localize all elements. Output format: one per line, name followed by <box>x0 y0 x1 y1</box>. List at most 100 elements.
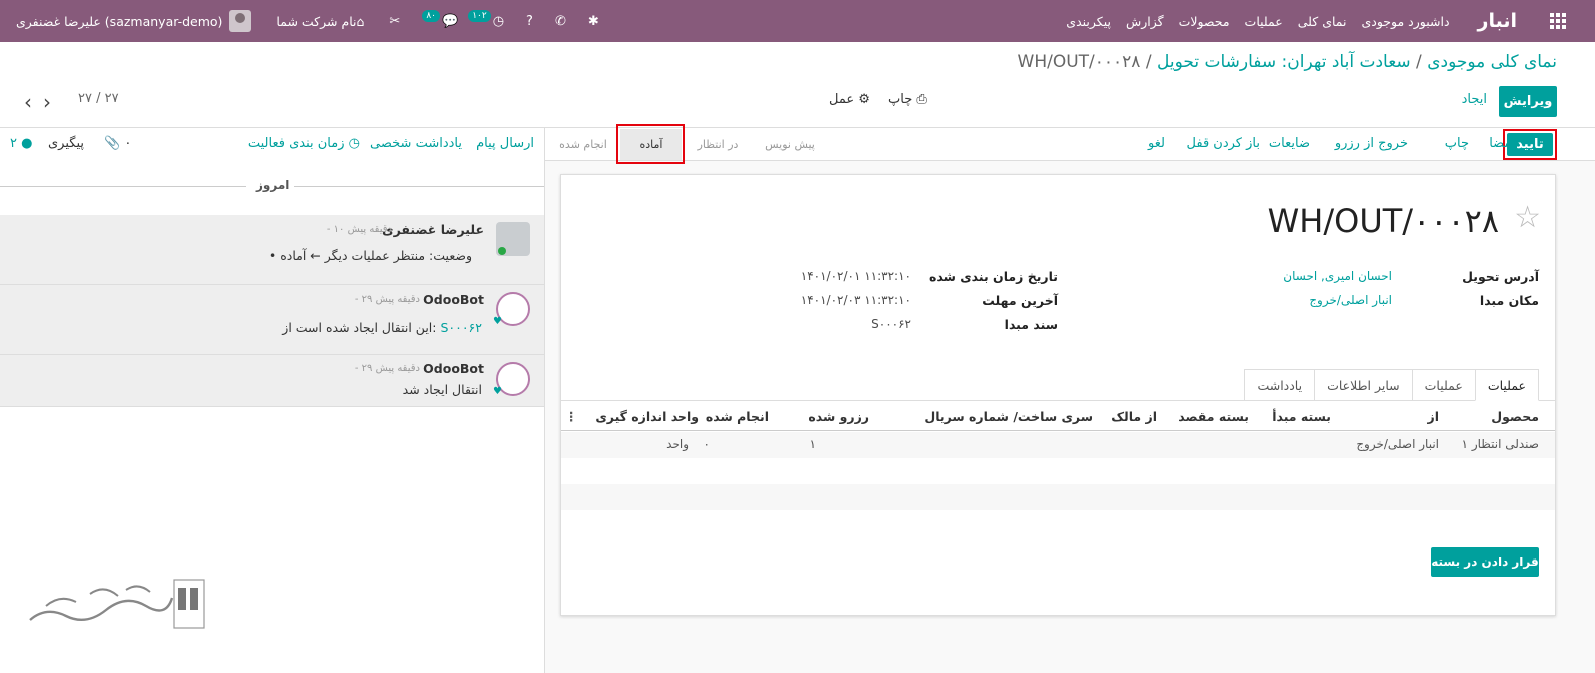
menu-operations[interactable]: عملیات <box>1245 14 1283 29</box>
col-lot-serial[interactable]: سری ساخت/ شماره سریال <box>924 409 1093 424</box>
table-header: محصول از بسته مبدأ بسته مقصد از مالک سری… <box>561 403 1555 431</box>
log-note-button[interactable]: یادداشت شخصی <box>370 136 462 151</box>
company-name: نام شرکت شما <box>276 13 357 29</box>
schedule-activity-label: زمان بندی فعالیت <box>247 136 345 151</box>
followers-button[interactable]: ۲ ● <box>10 136 32 151</box>
pager-nav: ‹› <box>24 90 62 114</box>
activity-count-badge: ۱۰۲ <box>468 10 491 22</box>
tab-note[interactable]: یادداشت <box>1244 369 1316 401</box>
put-in-pack-button[interactable]: قرار دادن در بسته <box>1431 547 1539 577</box>
user-menu[interactable]: علیرضا غضنفری (sazmanyar-demo) <box>16 10 252 32</box>
online-status-icon <box>498 247 506 255</box>
clock-icon: ◷ <box>492 13 505 29</box>
pager-value[interactable]: ۲۷ / ۲۷ <box>78 91 119 106</box>
user-icon: ● <box>21 136 33 151</box>
sign-button[interactable]: امضا <box>1489 136 1515 151</box>
breadcrumb-delivery-orders[interactable]: سعادت آباد تهران: سفارشات تحویل <box>1157 52 1411 72</box>
apps-menu-icon[interactable] <box>1539 0 1577 42</box>
source-location-field[interactable]: انبار اصلی/خروج <box>1309 293 1392 307</box>
app-name[interactable]: انبار <box>1478 10 1517 32</box>
chat-icon: 💬 <box>442 13 459 29</box>
col-from[interactable]: از <box>1428 409 1439 424</box>
activity-menu[interactable]: ۱۰۲ ◷ <box>468 10 505 29</box>
row-from: انبار اصلی/خروج <box>1356 437 1439 451</box>
message-author[interactable]: OdooBot <box>423 361 484 376</box>
create-button[interactable]: ایجاد <box>1462 92 1487 107</box>
menu-dashboard[interactable]: داشبورد موجودی <box>1362 14 1450 29</box>
scrap-button[interactable]: ضایعات <box>1269 136 1310 151</box>
print-dropdown[interactable]: چاپ ⎙ <box>888 92 927 107</box>
scheduled-date-field[interactable]: ۱۴۰۱/۰۲/۰۱ ۱۱:۳۲:۱۰ <box>801 269 911 283</box>
tab-operations[interactable]: عملیات <box>1474 369 1539 401</box>
breadcrumb-overview[interactable]: نمای کلی موجودی <box>1427 52 1557 72</box>
divider <box>0 127 1595 128</box>
origin-field[interactable]: S۰۰۰۶۲ <box>871 317 911 331</box>
stage-done: انجام شده <box>559 138 607 151</box>
pager-next-icon[interactable]: › <box>43 90 62 114</box>
company-switcher[interactable]: نام شرکت شما ⌂ <box>276 14 369 29</box>
stage-waiting: در انتظار <box>697 138 739 151</box>
follow-button[interactable]: پیگیری <box>48 136 84 151</box>
col-owner[interactable]: از مالک <box>1111 409 1157 424</box>
message-author[interactable]: علیرضا غضنفری <box>382 222 484 237</box>
col-source-package[interactable]: بسته مبدأ <box>1272 409 1331 424</box>
delivery-address-field[interactable]: احسان امیری, احسان <box>1283 269 1392 283</box>
attachments-button[interactable]: 📎 ۰ <box>104 136 131 151</box>
col-destination-package[interactable]: بسته مقصد <box>1178 409 1249 424</box>
clock-icon: ◷ <box>348 136 360 151</box>
user-name: علیرضا غضنفری (sazmanyar-demo) <box>16 13 223 29</box>
col-product[interactable]: محصول <box>1491 409 1539 424</box>
message-text: این انتقال ایجاد شده است از: <box>282 320 437 335</box>
send-message-button[interactable]: ارسال پیام <box>476 136 534 151</box>
col-done[interactable]: انجام شده <box>706 409 769 424</box>
cancel-button[interactable]: لغو <box>1148 136 1165 151</box>
stage-draft: پیش نویس <box>765 138 815 151</box>
optional-columns-icon[interactable]: ⋮ <box>565 409 578 424</box>
paperclip-icon: 📎 <box>104 136 121 151</box>
message-body: انتقال ایجاد شد <box>402 382 482 397</box>
deadline-label: آخرین مهلت <box>982 293 1058 308</box>
unlock-button[interactable]: باز کردن قفل <box>1187 136 1260 151</box>
edit-button[interactable]: ویرایش <box>1499 86 1557 117</box>
tab-detailed-operations[interactable]: عملیات <box>1411 369 1476 401</box>
debug-tools-icon[interactable]: ✂ <box>389 14 400 29</box>
breadcrumb-separator: / <box>1145 52 1152 72</box>
breadcrumb-separator: / <box>1416 52 1422 72</box>
chatter-message: ♥ OdooBot - ۲۹ دقیقه پیش این انتقال ایجا… <box>0 285 544 355</box>
heart-icon: ♥ <box>493 316 502 327</box>
tab-other-info[interactable]: سایر اطلاعات <box>1314 369 1413 401</box>
breadcrumb-current: WH/OUT/۰۰۰۲۸ <box>1017 52 1141 72</box>
message-count-badge: ۸۰ <box>422 10 440 22</box>
messaging-menu[interactable]: ۸۰ 💬 <box>422 10 459 29</box>
unreserve-button[interactable]: خروج از رزرو <box>1335 136 1408 151</box>
menu-reporting[interactable]: گزارش <box>1126 14 1164 29</box>
chatter-message: علیرضا غضنفری - ۱۰ دقیقه پیش • وضعیت: من… <box>0 215 544 285</box>
chatter-message: ♥ OdooBot - ۲۹ دقیقه پیش انتقال ایجاد شد <box>0 355 544 407</box>
star-icon[interactable]: ☆ <box>1514 200 1541 235</box>
bug-icon[interactable]: ✱ <box>588 14 599 29</box>
table-row[interactable]: صندلی انتظار ۱ انبار اصلی/خروج ۱ ۰ واحد <box>561 432 1555 458</box>
table-row-empty <box>561 458 1555 484</box>
help-icon[interactable]: ? <box>526 14 533 29</box>
message-link[interactable]: S۰۰۰۶۲ <box>440 320 482 335</box>
date-separator-label: امروز <box>256 178 290 192</box>
user-avatar <box>229 10 252 32</box>
pager-previous-icon[interactable]: ‹ <box>24 90 43 114</box>
message-body: • وضعیت: منتظر عملیات دیگر ← آماده <box>268 248 472 263</box>
phone-icon[interactable]: ✆ <box>555 14 566 29</box>
message-author[interactable]: OdooBot <box>423 292 484 307</box>
menu-overview[interactable]: نمای کلی <box>1298 14 1347 29</box>
delivery-address-label: آدرس تحویل <box>1462 269 1539 284</box>
followers-count: ۲ <box>10 136 17 151</box>
message-date: - ۲۹ دقیقه پیش <box>354 363 420 374</box>
menu-configuration[interactable]: پیکربندی <box>1066 14 1111 29</box>
message-date: - ۲۹ دقیقه پیش <box>354 294 420 305</box>
schedule-activity-button[interactable]: زمان بندی فعالیت ◷ <box>248 136 360 151</box>
col-unit-of-measure[interactable]: واحد اندازه گیری <box>595 409 699 424</box>
action-dropdown[interactable]: عمل ⚙ <box>829 92 870 107</box>
row-done: ۰ <box>703 437 710 451</box>
print-button[interactable]: چاپ <box>1445 136 1469 151</box>
col-reserved[interactable]: رزرو شده <box>808 409 869 424</box>
menu-products[interactable]: محصولات <box>1179 14 1230 29</box>
deadline-field[interactable]: ۱۴۰۱/۰۲/۰۳ ۱۱:۳۲:۱۰ <box>801 293 911 307</box>
